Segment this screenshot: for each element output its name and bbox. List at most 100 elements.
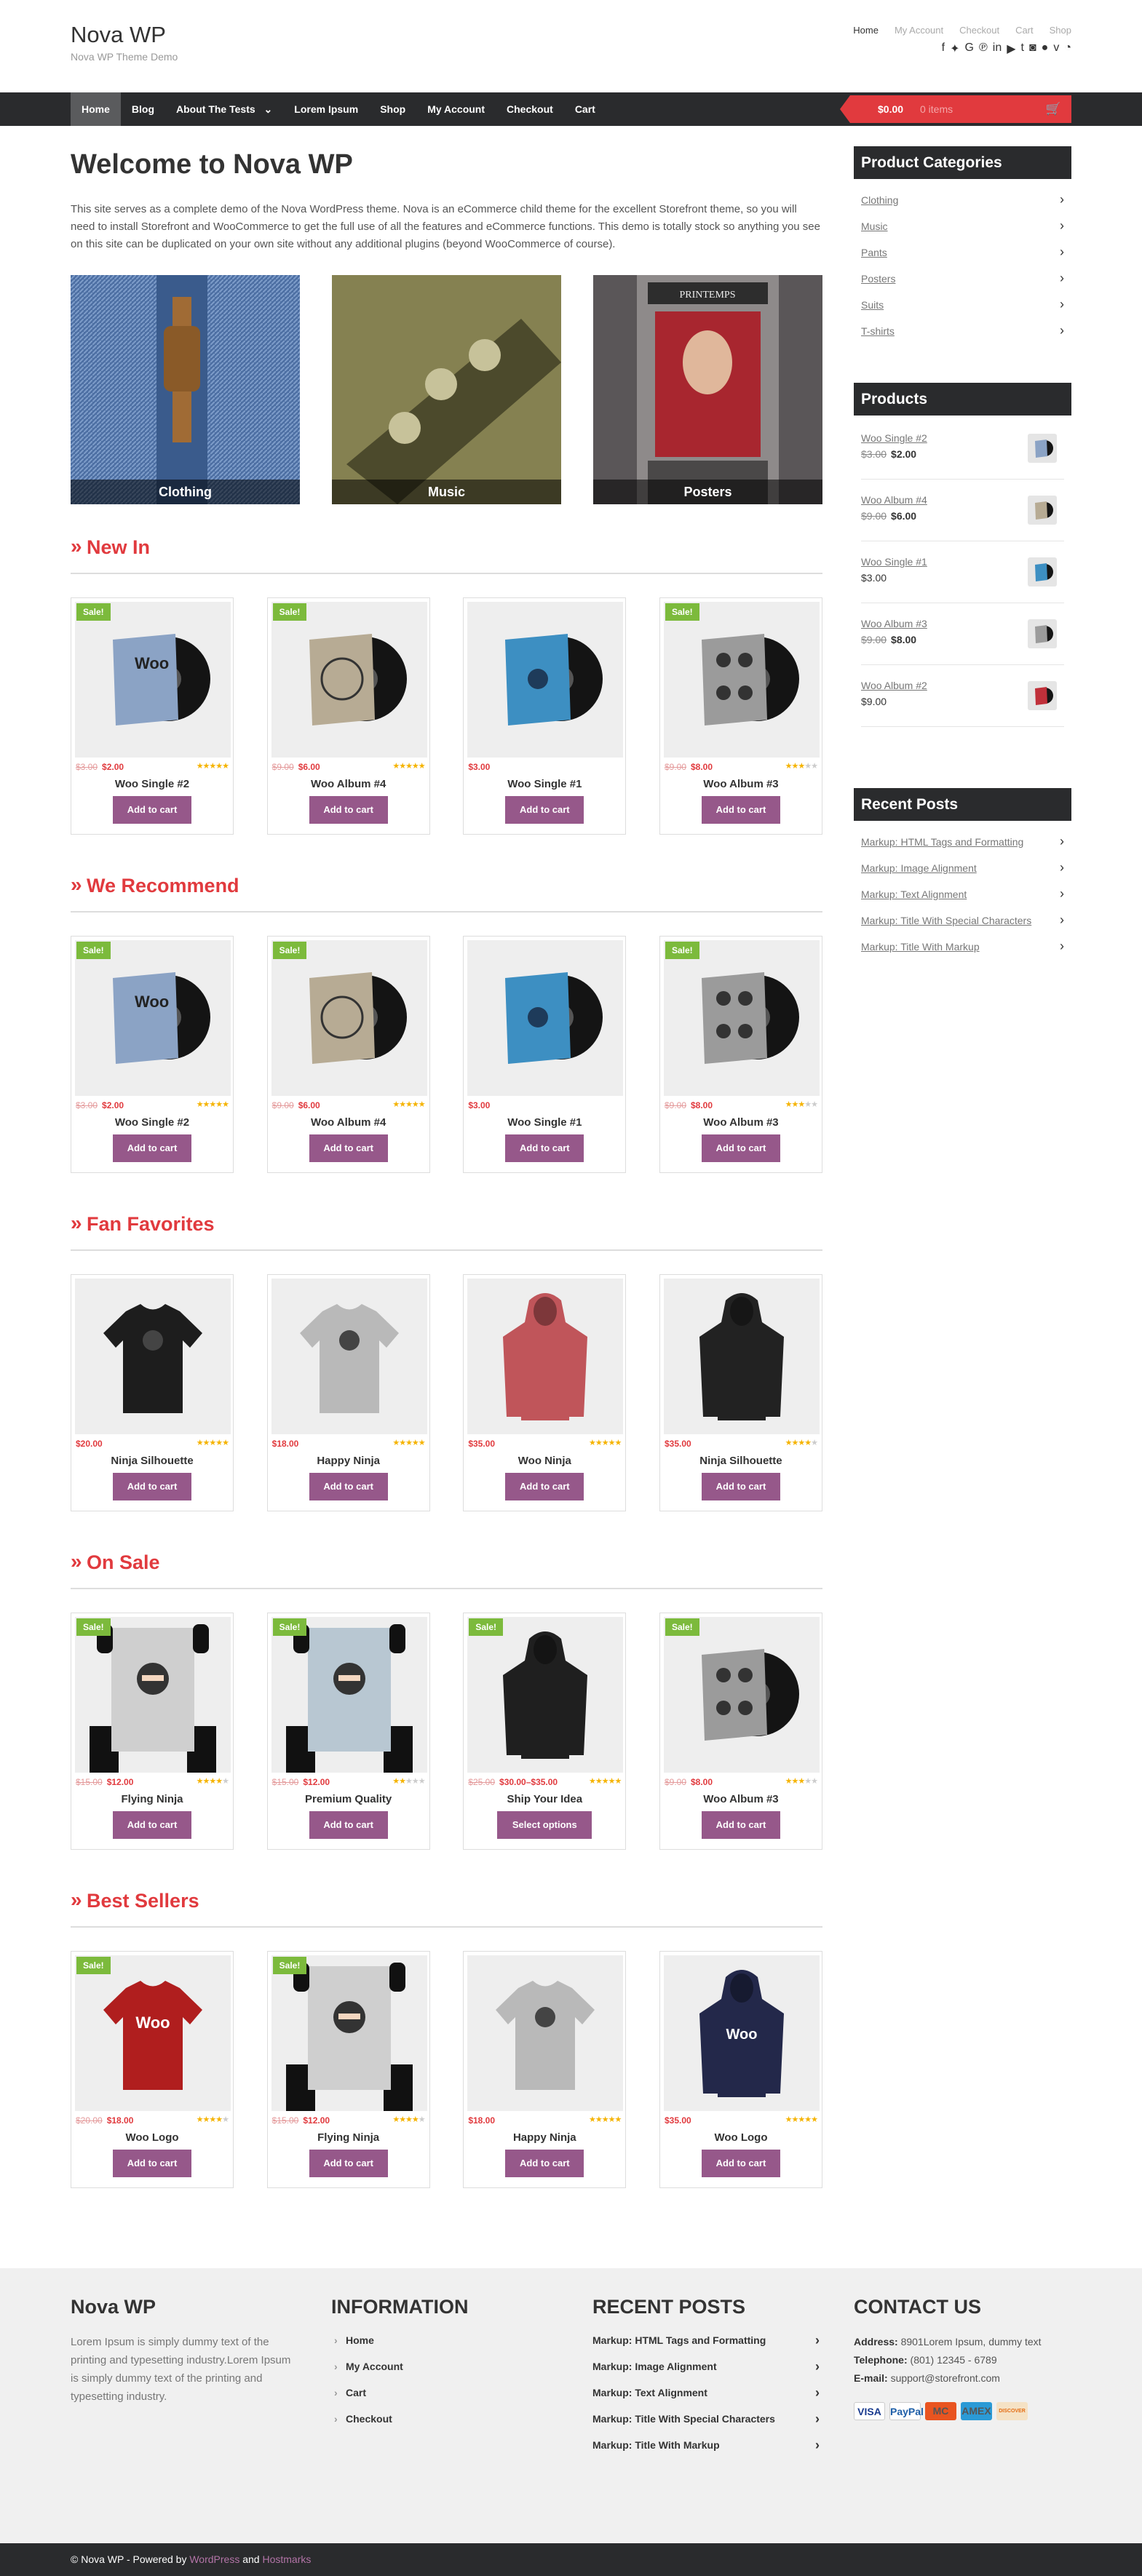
product-image[interactable] [467, 1617, 624, 1773]
product-name[interactable]: Woo Single #1 [464, 778, 625, 790]
product-card[interactable]: Sale! $15.00 $12.00 ★★★★★ Flying Ninja Add to… [266, 1951, 430, 2188]
product-image[interactable]: Woo [663, 1955, 820, 2111]
product-name[interactable]: Woo Album #3 [660, 1116, 822, 1129]
add-to-cart-button[interactable]: Add to cart [701, 1473, 780, 1500]
product-card[interactable]: Sale! $15.00 $12.00 ★★★★★ Flying Ninja Add to… [71, 1613, 234, 1850]
product-card[interactable]: Sale! Woo $3.00 $2.00 ★★★★★ Woo Single #2 Add … [71, 936, 234, 1173]
add-to-cart-button[interactable]: Add to cart [701, 1134, 780, 1162]
product-name[interactable]: Woo Logo [660, 2131, 822, 2144]
product-name[interactable]: Flying Ninja [268, 2131, 429, 2144]
product-image[interactable] [271, 1617, 427, 1773]
sidebar-product-thumbnail[interactable] [1028, 557, 1057, 587]
product-name[interactable]: Woo Ninja [464, 1455, 625, 1467]
toplink-cart[interactable]: Cart [1015, 25, 1034, 36]
product-card[interactable]: Sale! $9.00 $8.00 ★★★★★ Woo Album #3 Add to c… [659, 1613, 822, 1850]
product-card[interactable]: $3.00 Woo Single #1 Add to cart [463, 597, 627, 835]
sidebar-cat-music[interactable]: Music [861, 212, 1064, 239]
add-to-cart-button[interactable]: Add to cart [309, 2150, 388, 2177]
sidebar-product-thumbnail[interactable] [1028, 434, 1057, 463]
product-name[interactable]: Ninja Silhouette [71, 1455, 233, 1467]
product-name[interactable]: Woo Single #2 [71, 1116, 233, 1129]
sidebar-product-thumbnail[interactable] [1028, 681, 1057, 710]
add-to-cart-button[interactable]: Add to cart [505, 2150, 584, 2177]
product-name[interactable]: Woo Single #2 [71, 778, 233, 790]
product-image[interactable] [663, 602, 820, 758]
product-image[interactable] [663, 940, 820, 1096]
category-tile-posters[interactable]: PRINTEMPS Posters [593, 275, 822, 504]
sidebar-cat-tshirts[interactable]: T-shirts [861, 317, 1064, 344]
sidebar-post-link[interactable]: Markup: Text Alignment [861, 880, 1064, 907]
flickr-icon[interactable]: ● [1042, 41, 1049, 56]
product-name[interactable]: Ship Your Idea [464, 1793, 625, 1805]
add-to-cart-button[interactable]: Add to cart [309, 796, 388, 824]
add-to-cart-button[interactable]: Add to cart [309, 1134, 388, 1162]
instagram-icon[interactable]: ◙ [1029, 41, 1036, 56]
youtube-icon[interactable]: ▶ [1007, 41, 1015, 56]
tumblr-icon[interactable]: t [1021, 41, 1024, 56]
product-card[interactable]: Sale! Woo $20.00 $18.00 ★★★★★ Woo Logo Add to … [71, 1951, 234, 2188]
site-title[interactable]: Nova WP [71, 22, 166, 48]
add-to-cart-button[interactable]: Add to cart [505, 1134, 584, 1162]
product-image[interactable]: Woo [75, 602, 231, 758]
sidebar-post-link[interactable]: Markup: Title With Markup [861, 933, 1064, 960]
nav-my-account[interactable]: My Account [416, 92, 496, 126]
sidebar-post-link[interactable]: Markup: Title With Special Characters [861, 907, 1064, 934]
add-to-cart-button[interactable]: Add to cart [113, 1811, 191, 1839]
sidebar-cat-clothing[interactable]: Clothing [861, 186, 1064, 213]
product-name[interactable]: Ninja Silhouette [660, 1455, 822, 1467]
category-tile-music[interactable]: Music [332, 275, 561, 504]
product-name[interactable]: Woo Album #4 [268, 778, 429, 790]
category-tile-clothing[interactable]: Clothing [71, 275, 300, 504]
footer-link-my-account[interactable]: My Account [331, 2353, 542, 2380]
product-card[interactable]: $35.00 ★★★★★ Woo Ninja Add to cart [463, 1274, 627, 1511]
product-name[interactable]: Flying Ninja [71, 1793, 233, 1805]
product-image[interactable] [663, 1279, 820, 1434]
nav-cart[interactable]: Cart [564, 92, 606, 126]
add-to-cart-button[interactable]: Add to cart [113, 1134, 191, 1162]
product-image[interactable]: Woo [75, 940, 231, 1096]
sidebar-product-item[interactable]: Woo Album #2 $9.00 [861, 665, 1064, 727]
sidebar-cat-posters[interactable]: Posters [861, 265, 1064, 292]
nav-shop[interactable]: Shop [369, 92, 416, 126]
nav-lorem-ipsum[interactable]: Lorem Ipsum [283, 92, 369, 126]
product-image[interactable]: Woo [75, 1955, 231, 2111]
google-plus-icon[interactable]: G [965, 41, 974, 56]
sidebar-product-item[interactable]: Woo Single #2 $3.00 $2.00 [861, 418, 1064, 480]
product-name[interactable]: Woo Single #1 [464, 1116, 625, 1129]
product-card[interactable]: $35.00 ★★★★★ Ninja Silhouette Add to cart [659, 1274, 822, 1511]
add-to-cart-button[interactable]: Add to cart [505, 1473, 584, 1500]
product-name[interactable]: Woo Album #3 [660, 1793, 822, 1805]
add-to-cart-button[interactable]: Add to cart [113, 2150, 191, 2177]
header-cart-button[interactable]: $0.00 0 items 🛒 [840, 95, 1071, 123]
select-options-button[interactable]: Select options [497, 1811, 592, 1839]
sidebar-cat-suits[interactable]: Suits [861, 291, 1064, 318]
wordpress-link[interactable]: WordPress [189, 2553, 239, 2565]
product-card[interactable]: $3.00 Woo Single #1 Add to cart [463, 936, 627, 1173]
sidebar-post-link[interactable]: Markup: Image Alignment [861, 854, 1064, 881]
twitter-icon[interactable]: ✦ [950, 41, 959, 56]
product-name[interactable]: Woo Album #4 [268, 1116, 429, 1129]
sidebar-product-name[interactable]: Woo Album #4 [861, 494, 927, 506]
sidebar-product-item[interactable]: Woo Album #4 $9.00 $6.00 [861, 480, 1064, 541]
footer-post-link[interactable]: Markup: Title With Markup [592, 2432, 820, 2458]
sidebar-post-link[interactable]: Markup: HTML Tags and Formatting [861, 828, 1064, 855]
linkedin-icon[interactable]: in [993, 41, 1002, 56]
product-image[interactable] [663, 1617, 820, 1773]
product-image[interactable] [75, 1617, 231, 1773]
sidebar-product-name[interactable]: Woo Album #2 [861, 680, 927, 691]
product-image[interactable] [467, 602, 624, 758]
footer-link-home[interactable]: Home [331, 2327, 542, 2353]
pinterest-icon[interactable]: ℗ [979, 41, 988, 56]
nav-about-the-tests[interactable]: About The Tests ⌄ [165, 92, 283, 126]
product-image[interactable] [271, 1279, 427, 1434]
add-to-cart-button[interactable]: Add to cart [309, 1811, 388, 1839]
add-to-cart-button[interactable]: Add to cart [113, 1473, 191, 1500]
product-name[interactable]: Woo Logo [71, 2131, 233, 2144]
product-card[interactable]: Sale! $9.00 $6.00 ★★★★★ Woo Album #4 Add to c… [266, 936, 430, 1173]
footer-link-checkout[interactable]: Checkout [331, 2406, 542, 2432]
sidebar-cat-pants[interactable]: Pants [861, 239, 1064, 266]
product-card[interactable]: $20.00 ★★★★★ Ninja Silhouette Add to cart [71, 1274, 234, 1511]
add-to-cart-button[interactable]: Add to cart [701, 1811, 780, 1839]
product-image[interactable] [271, 602, 427, 758]
toplink-checkout[interactable]: Checkout [959, 25, 999, 36]
